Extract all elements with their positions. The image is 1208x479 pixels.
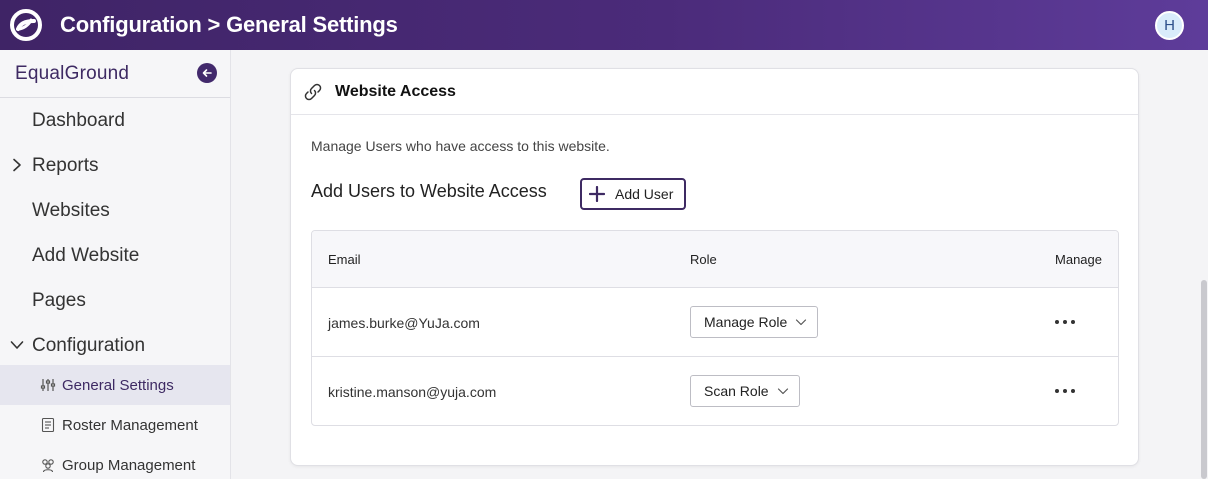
top-bar: Configuration > General Settings H [0, 0, 1208, 50]
sidebar-item-configuration[interactable]: Configuration [0, 323, 230, 368]
role-select-value: Scan Role [704, 383, 769, 399]
table-row: kristine.manson@yuja.com Scan Role [312, 357, 1118, 425]
sidebar-item-add-website[interactable]: Add Website [0, 233, 230, 278]
app-logo-icon[interactable] [9, 8, 43, 42]
add-user-button[interactable]: Add User [580, 178, 686, 210]
role-select-value: Manage Role [704, 314, 788, 330]
sidebar-header: EqualGround [0, 50, 230, 98]
sidebar-item-general-settings[interactable]: General Settings [0, 365, 230, 405]
column-header-role: Role [690, 252, 717, 267]
card-header: Website Access [291, 69, 1138, 115]
sidebar-item-websites[interactable]: Websites [0, 188, 230, 233]
collapse-sidebar-button[interactable] [197, 63, 217, 83]
chevron-down-icon [796, 319, 807, 326]
sidebar-item-label: Configuration [32, 334, 146, 356]
role-select[interactable]: Manage Role [690, 306, 819, 338]
sidebar-item-label: Dashboard [32, 109, 125, 131]
sidebar-item-reports[interactable]: Reports [0, 143, 230, 188]
sidebar-item-label: Pages [32, 289, 86, 311]
group-icon [42, 459, 54, 473]
add-user-label: Add User [615, 186, 674, 202]
user-avatar[interactable]: H [1155, 11, 1184, 40]
page-title: Configuration > General Settings [60, 12, 398, 37]
more-options-icon[interactable] [1055, 384, 1075, 398]
card-description: Manage Users who have access to this web… [311, 138, 610, 154]
chevron-down-icon [777, 388, 788, 395]
column-header-manage: Manage [1055, 252, 1102, 267]
page-scrollbar-thumb[interactable] [1201, 280, 1207, 479]
users-table: Email Role Manage james.burke@YuJa.com M… [311, 230, 1119, 426]
user-email: james.burke@YuJa.com [328, 315, 480, 331]
sidebar-item-roster-management[interactable]: Roster Management [0, 405, 230, 445]
table-row: james.burke@YuJa.com Manage Role [312, 288, 1118, 357]
sidebar-item-label: Roster Management [62, 416, 198, 434]
arrow-left-circle-icon [202, 69, 212, 77]
plus-icon [589, 186, 605, 202]
section-title: Add Users to Website Access [311, 181, 547, 201]
sidebar-item-label: General Settings [62, 376, 174, 394]
sidebar-item-group-management[interactable]: Group Management [0, 445, 230, 479]
chevron-right-icon [13, 158, 21, 172]
role-select[interactable]: Scan Role [690, 375, 800, 407]
list-document-icon [41, 417, 55, 433]
sidebar-item-label: Group Management [62, 456, 196, 474]
table-header: Email Role Manage [312, 231, 1118, 288]
sidebar-item-dashboard[interactable]: Dashboard [0, 98, 230, 143]
sidebar-item-label: Add Website [32, 244, 140, 266]
sidebar-item-label: Reports [32, 154, 99, 176]
sidebar: EqualGround Dashboard Reports Websites A… [0, 50, 231, 479]
card-title: Website Access [335, 83, 456, 100]
user-email: kristine.manson@yuja.com [328, 384, 497, 400]
link-icon [304, 83, 322, 101]
more-options-icon[interactable] [1055, 315, 1075, 329]
column-header-email: Email [328, 252, 361, 267]
sidebar-item-label: Websites [32, 199, 110, 221]
sliders-icon [40, 379, 56, 391]
website-access-card: Website Access Manage Users who have acc… [290, 68, 1139, 466]
sidebar-item-pages[interactable]: Pages [0, 278, 230, 323]
chevron-down-icon [10, 341, 24, 349]
org-name: EqualGround [15, 62, 130, 84]
